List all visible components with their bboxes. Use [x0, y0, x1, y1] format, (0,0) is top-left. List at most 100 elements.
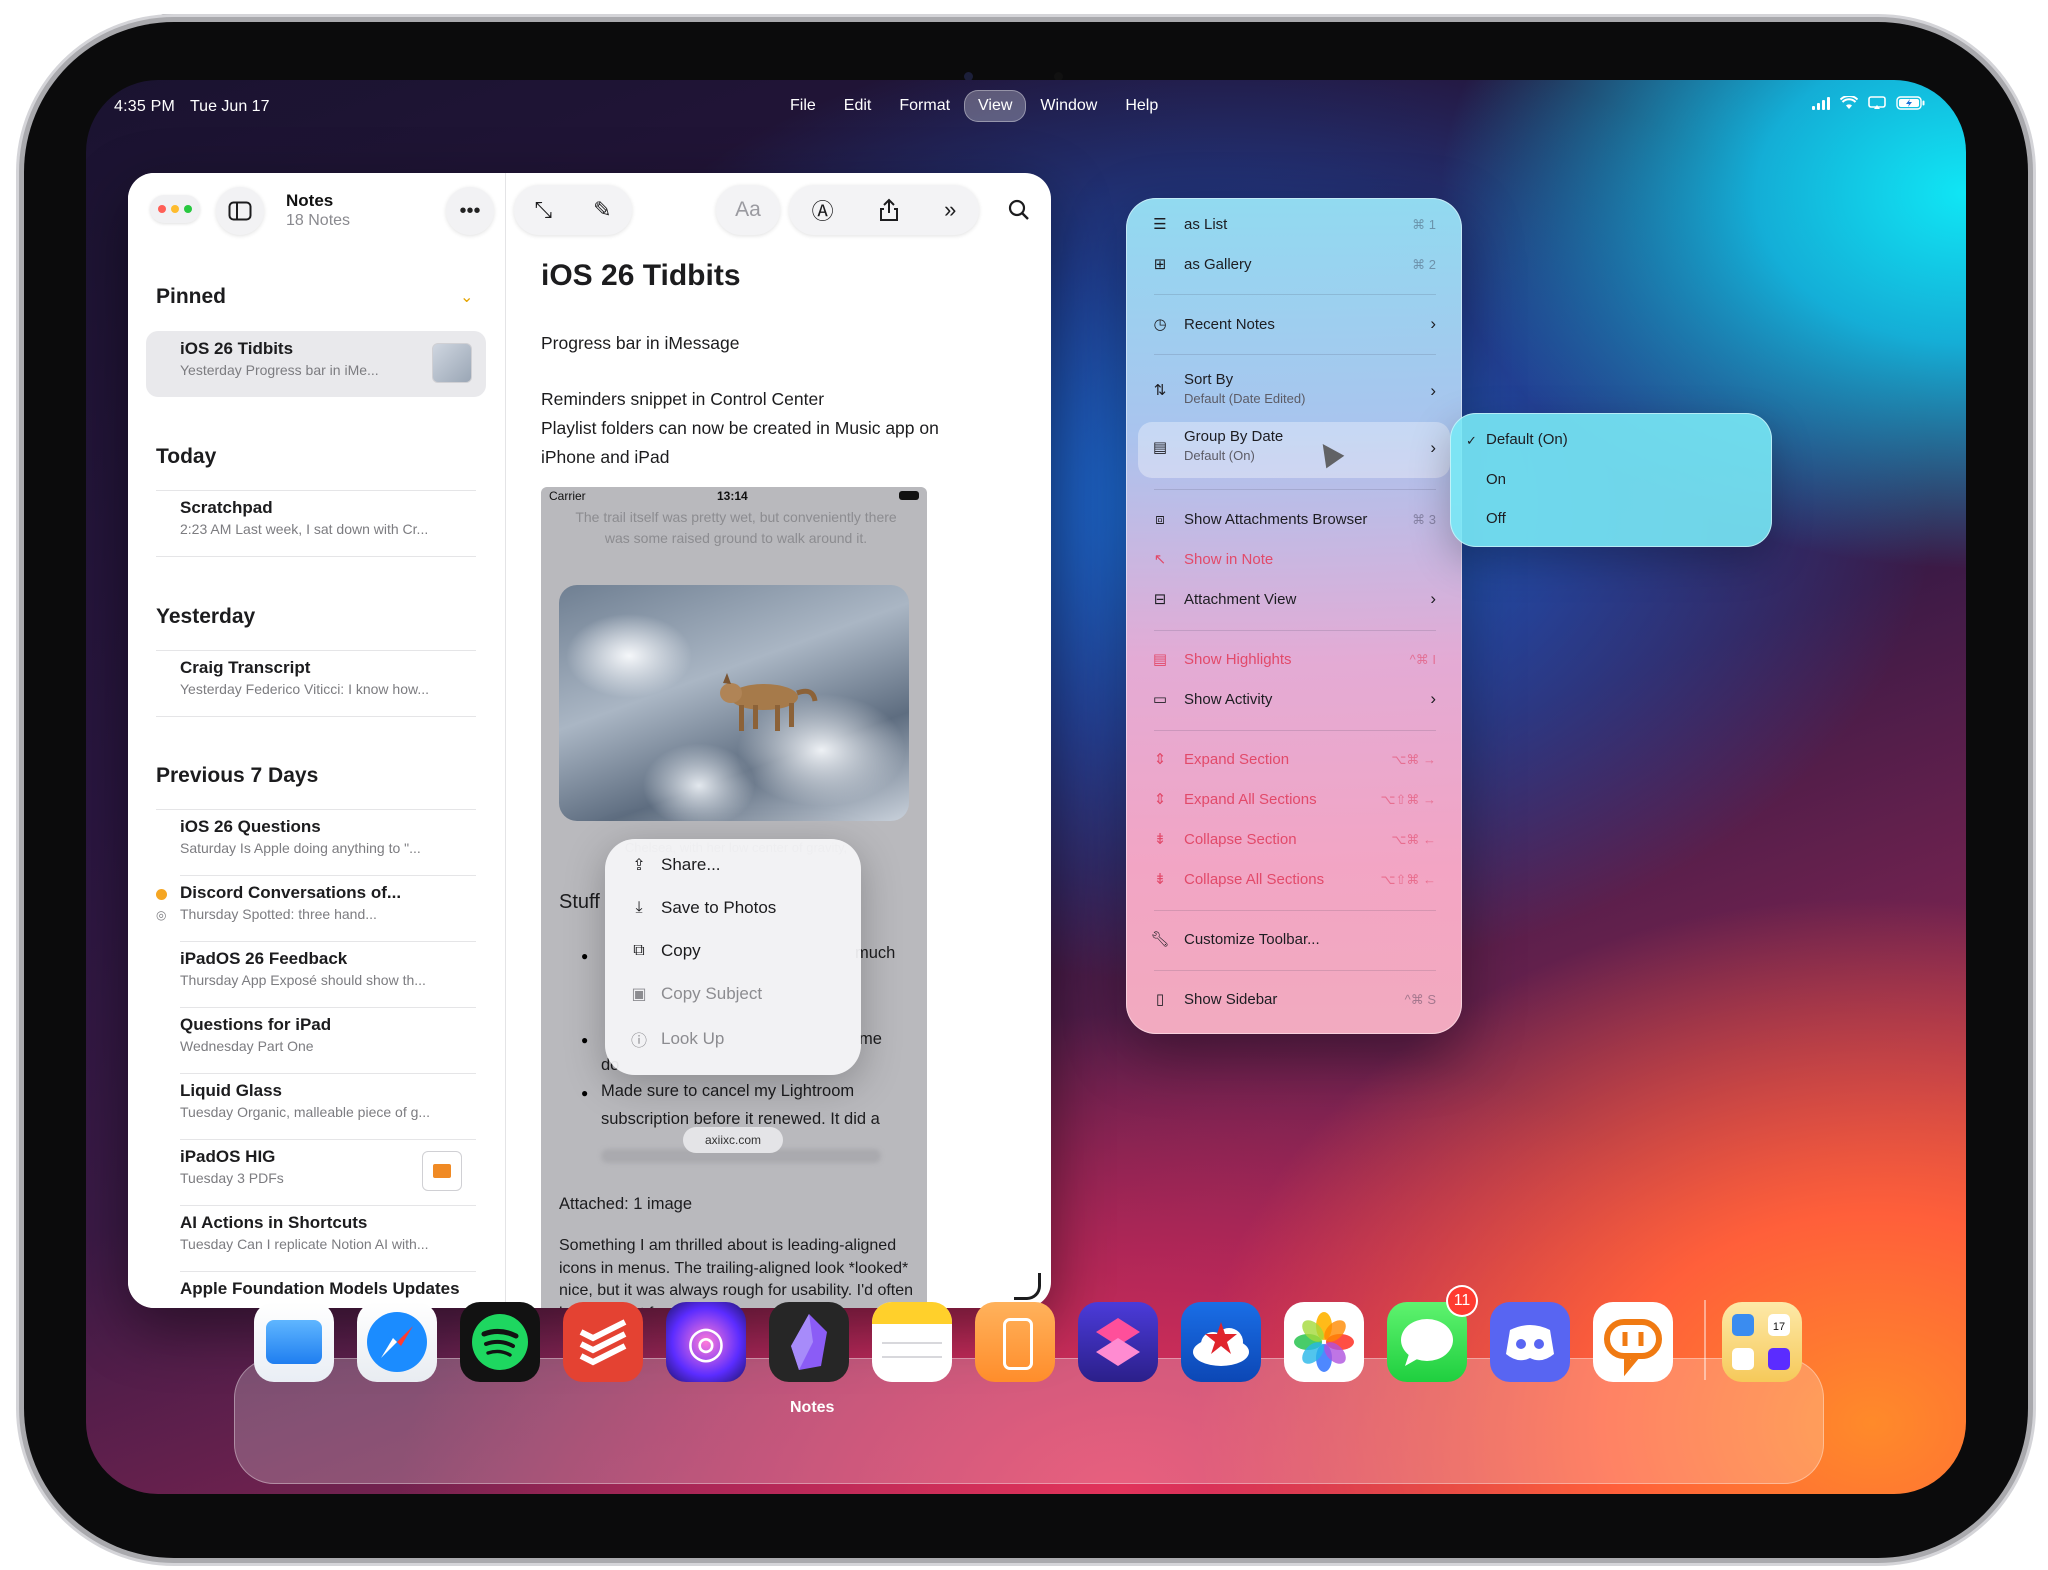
note-row[interactable]: AI Actions in Shortcuts Tuesday Can I re…: [156, 1205, 476, 1271]
note-heading[interactable]: iOS 26 Tidbits: [541, 259, 741, 293]
chevron-down-icon[interactable]: ⌄: [460, 287, 473, 307]
dock-app-iphone-mirroring[interactable]: [975, 1302, 1055, 1382]
menu-item-label: Expand Section: [1184, 751, 1290, 768]
menu-item-sublabel: Default (Date Edited): [1184, 391, 1306, 406]
menu-item-label: Recent Notes: [1184, 316, 1275, 333]
note-meta: Yesterday Federico Viticci: I know how..…: [180, 681, 430, 697]
menu-shortcut: ^⌘ I: [1409, 652, 1436, 667]
more-options-button[interactable]: •••: [446, 187, 494, 235]
compose-icon[interactable]: ✎: [593, 197, 611, 223]
menu-group-by-date[interactable]: ▤ Group By Date Default (On) ›: [1138, 422, 1450, 478]
minimize-window-icon[interactable]: [171, 205, 179, 213]
note-row[interactable]: Questions for iPad Wednesday Part One: [156, 1007, 476, 1073]
note-row[interactable]: iPadOS 26 Feedback Thursday App Exposé s…: [156, 941, 476, 1007]
window-resize-handle[interactable]: [1014, 1273, 1041, 1300]
dock-separator: [1704, 1300, 1706, 1380]
mela-mini-icon: [1732, 1348, 1754, 1370]
dock-app-files[interactable]: [254, 1302, 334, 1382]
menu-file[interactable]: File: [776, 90, 830, 122]
menu-item-label: Collapse Section: [1184, 831, 1297, 848]
dock-app-messages[interactable]: [1387, 1302, 1467, 1382]
clock-icon: ◷: [1153, 316, 1167, 333]
menu-sort-by[interactable]: ⇅ Sort By Default (Date Edited) ›: [1138, 365, 1450, 417]
dock-app-fingerprint[interactable]: ◎: [666, 1302, 746, 1382]
context-copy[interactable]: ⧉ Copy: [629, 941, 700, 961]
close-window-icon[interactable]: [158, 205, 166, 213]
note-row[interactable]: Liquid Glass Tuesday Organic, malleable …: [156, 1073, 476, 1139]
dock-app-spotify[interactable]: [460, 1302, 540, 1382]
dock-app-folder[interactable]: 17: [1722, 1302, 1802, 1382]
share-icon: ⇪: [632, 857, 646, 874]
notes-window: Notes 18 Notes ••• Pinned ⌄ iOS 26 Tidbi…: [128, 173, 1051, 1308]
menu-recent-notes[interactable]: ◷ Recent Notes ›: [1138, 305, 1450, 345]
status-date: Tue Jun 17: [190, 98, 270, 115]
attached-screenshot[interactable]: Carrier 13:14 The trail itself was prett…: [541, 487, 927, 1308]
bullet-text: Made sure to cancel my Lightroom subscri…: [601, 1082, 880, 1128]
dog-image-icon: [720, 673, 818, 731]
context-save-to-photos[interactable]: ⤓ Save to Photos: [629, 898, 776, 918]
note-row[interactable]: Scratchpad 2:23 AM Last week, I sat down…: [156, 490, 476, 557]
submenu-option-on[interactable]: On: [1486, 471, 1506, 488]
screen: 4:35 PM Tue Jun 17 Notes File Edit Forma…: [86, 80, 1966, 1494]
dock-app-mela[interactable]: [1593, 1302, 1673, 1382]
ellipsis-icon: •••: [459, 199, 481, 222]
menu-window[interactable]: Window: [1026, 90, 1111, 122]
note-row[interactable]: Discord Conversations of... Thursday Spo…: [156, 875, 476, 941]
speech-quote-icon: [1604, 1319, 1662, 1377]
menu-edit[interactable]: Edit: [830, 90, 886, 122]
menu-expand-section[interactable]: ⇕ Expand Section ⌥⌘ →: [1138, 740, 1450, 780]
more-chevrons-icon[interactable]: »: [944, 197, 956, 223]
context-copy-subject[interactable]: ▣ Copy Subject: [629, 984, 762, 1004]
note-line[interactable]: Progress bar in iMessage: [541, 329, 1001, 358]
menu-format[interactable]: Format: [885, 90, 964, 122]
menu-show-highlights[interactable]: ▤ Show Highlights ^⌘ I: [1138, 640, 1450, 680]
dock-app-notes[interactable]: [872, 1302, 952, 1382]
menu-show-activity[interactable]: ▭ Show Activity ›: [1138, 680, 1450, 720]
menu-show-in-note[interactable]: ↖ Show in Note: [1138, 540, 1450, 580]
menu-separator: [1154, 970, 1436, 971]
toggle-sidebar-button[interactable]: [216, 187, 264, 235]
submenu-option-off[interactable]: Off: [1486, 510, 1506, 527]
menu-as-list[interactable]: ☰ as List ⌘ 1: [1138, 205, 1450, 245]
menu-help[interactable]: Help: [1111, 90, 1172, 122]
note-title: AI Actions in Shortcuts: [180, 1213, 368, 1232]
menu-collapse-section[interactable]: ⇟ Collapse Section ⌥⌘ ←: [1138, 820, 1450, 860]
dock-app-todoist[interactable]: [563, 1302, 643, 1382]
phone-icon: [1003, 1318, 1033, 1370]
dock-app-superstar[interactable]: [1181, 1302, 1261, 1382]
menu-customize-toolbar[interactable]: 🔧︎ Customize Toolbar...: [1138, 920, 1450, 960]
note-row[interactable]: Craig Transcript Yesterday Federico Viti…: [156, 650, 476, 717]
menu-show-attachments-browser[interactable]: ⧈ Show Attachments Browser ⌘ 3: [1138, 500, 1450, 540]
dock-app-safari[interactable]: [357, 1302, 437, 1382]
markup-icon[interactable]: Ⓐ: [812, 194, 834, 226]
expand-icon[interactable]: ⤡: [534, 197, 552, 223]
context-share[interactable]: ⇪ Share...: [629, 855, 720, 875]
menu-item-label: Show in Note: [1184, 551, 1274, 568]
search-button[interactable]: [994, 185, 1044, 235]
folder-icon: [266, 1320, 322, 1364]
menu-show-sidebar[interactable]: ▯ Show Sidebar ^⌘ S: [1138, 980, 1450, 1020]
menu-attachment-view[interactable]: ⊟ Attachment View ›: [1138, 580, 1450, 620]
note-meta: Thursday App Exposé should show th...: [180, 972, 426, 988]
submenu-option-default-on[interactable]: Default (On): [1486, 431, 1568, 448]
note-row[interactable]: iOS 26 Questions Saturday Is Apple doing…: [156, 809, 476, 875]
note-meta: Thursday Spotted: three hand...: [180, 906, 377, 922]
note-line[interactable]: Reminders snippet in Control Center: [541, 385, 1001, 414]
dock-app-obsidian[interactable]: [769, 1302, 849, 1382]
dock-app-discord[interactable]: [1490, 1302, 1570, 1382]
menu-expand-all-sections[interactable]: ⇕ Expand All Sections ⌥⇧⌘ →: [1138, 780, 1450, 820]
note-row-selected[interactable]: iOS 26 Tidbits Yesterday Progress bar in…: [146, 331, 486, 397]
note-meta: Tuesday 3 PDFs: [180, 1170, 284, 1186]
dock-app-shortcuts[interactable]: [1078, 1302, 1158, 1382]
context-look-up[interactable]: ⓘ Look Up: [629, 1027, 724, 1051]
note-line[interactable]: Playlist folders can now be created in M…: [541, 414, 971, 472]
menu-as-gallery[interactable]: ⊞ as Gallery ⌘ 2: [1138, 245, 1450, 285]
menu-view[interactable]: View: [964, 90, 1027, 122]
dock-app-photos[interactable]: [1284, 1302, 1364, 1382]
window-controls[interactable]: [150, 195, 200, 223]
fullscreen-window-icon[interactable]: [184, 205, 192, 213]
menu-collapse-all-sections[interactable]: ⇟ Collapse All Sections ⌥⇧⌘ ←: [1138, 860, 1450, 900]
share-icon[interactable]: [879, 198, 899, 222]
format-button[interactable]: Aa: [716, 185, 780, 235]
note-row[interactable]: iPadOS HIG Tuesday 3 PDFs: [156, 1139, 476, 1205]
